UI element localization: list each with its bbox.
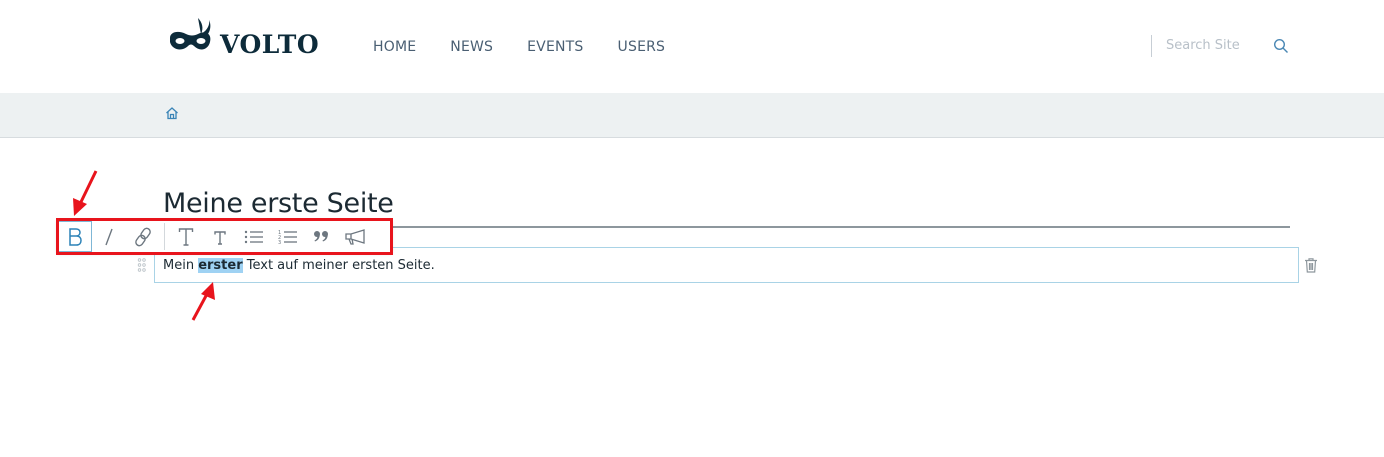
drag-handle-icon[interactable] [137, 257, 147, 273]
link-button[interactable] [126, 221, 160, 252]
search-input[interactable] [1160, 33, 1272, 57]
heading-2-icon [178, 227, 194, 246]
bulleted-list-icon [244, 230, 263, 243]
heading-3-button[interactable] [203, 221, 237, 252]
inline-toolbar: 123 [58, 221, 391, 252]
numbered-list-button[interactable]: 123 [271, 221, 305, 252]
heading-3-icon [214, 230, 226, 245]
nav-item-home[interactable]: HOME [373, 39, 416, 55]
nav-item-users[interactable]: USERS [618, 39, 666, 55]
selected-text[interactable]: erster [198, 257, 243, 273]
nav-item-news[interactable]: NEWS [450, 39, 493, 55]
breadcrumb [0, 93, 1384, 138]
italic-icon [105, 228, 113, 245]
search-icon[interactable] [1273, 38, 1289, 54]
bulleted-list-button[interactable] [237, 221, 271, 252]
toolbar-separator [164, 223, 165, 250]
search-divider [1151, 35, 1152, 57]
nav-item-events[interactable]: EVENTS [527, 39, 583, 55]
main-navigation: HOME NEWS EVENTS USERS [373, 39, 699, 55]
quote-icon [314, 230, 328, 241]
annotation-arrow-icon [73, 170, 98, 216]
svg-text:3: 3 [278, 240, 281, 245]
heading-2-button[interactable] [169, 221, 203, 252]
text-block-editor[interactable]: Mein erster Text auf meiner ersten Seite… [154, 247, 1299, 283]
bold-icon [69, 227, 82, 246]
volto-logo[interactable]: VOLTO [168, 16, 328, 62]
blockquote-button[interactable] [305, 221, 339, 252]
text-before: Mein [163, 257, 199, 273]
callout-button[interactable] [339, 221, 373, 252]
megaphone-icon [345, 228, 365, 245]
text-after: Text auf meiner ersten Seite. [242, 257, 435, 273]
annotation-arrow-icon [191, 282, 215, 321]
page-title[interactable]: Meine erste Seite [163, 188, 394, 219]
logo-text: VOLTO [220, 30, 320, 59]
bold-button[interactable] [58, 221, 92, 252]
home-icon[interactable] [165, 106, 179, 120]
trash-icon[interactable] [1304, 257, 1318, 273]
italic-button[interactable] [92, 221, 126, 252]
numbered-list-icon: 123 [278, 230, 297, 245]
mask-icon [170, 18, 211, 50]
link-icon [135, 227, 151, 246]
